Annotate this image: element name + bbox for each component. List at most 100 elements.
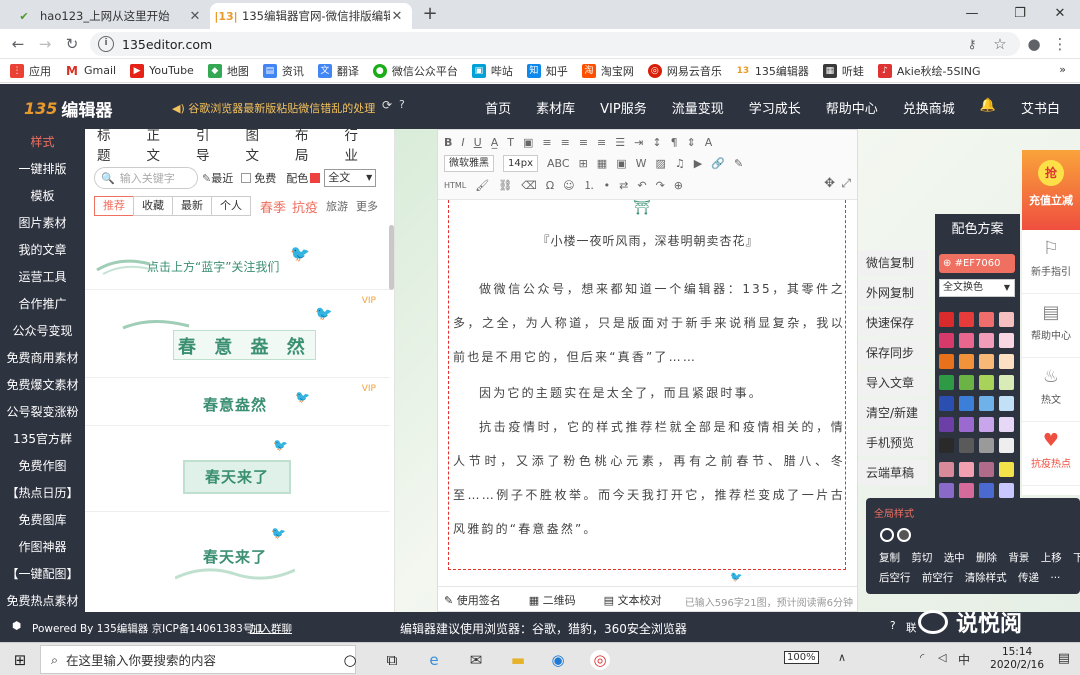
brush-icon[interactable]: ✎ — [734, 157, 743, 170]
color-swatch[interactable] — [939, 396, 954, 411]
color-swatch[interactable] — [999, 354, 1014, 369]
tab-layout[interactable]: 布局 — [295, 124, 318, 164]
clear-format-icon[interactable]: ⌫ — [521, 179, 537, 192]
color-swatch[interactable] — [999, 333, 1014, 348]
gs-background[interactable]: 背景 — [1008, 552, 1029, 564]
sidebar-item-monetize[interactable]: 公众号变现 — [0, 318, 85, 345]
sidebar-item-auto-image[interactable]: 【一键配图】 — [0, 561, 85, 588]
bookmark-youtube[interactable]: ▶ YouTube — [130, 63, 194, 78]
color-swatch[interactable] — [979, 417, 994, 432]
sidebar-item-free-gallery[interactable]: 免费图库 — [0, 507, 85, 534]
hot-tag-epidemic[interactable]: 抗疫 — [292, 197, 318, 216]
filter-recommended[interactable]: 推荐 — [94, 196, 134, 216]
color-swatch[interactable] — [959, 417, 974, 432]
sidebar-item-templates[interactable]: 模板 — [0, 183, 85, 210]
direction-icon[interactable]: ⇄ — [619, 179, 628, 192]
color-swatch[interactable] — [979, 396, 994, 411]
sidebar-item-free-commercial[interactable]: 免费商用素材 — [0, 345, 85, 372]
tag-travel[interactable]: 旅游 — [326, 198, 348, 214]
reload-icon[interactable]: ↻ — [62, 34, 82, 54]
bookmark-maps[interactable]: ◆ 地图 — [207, 63, 249, 79]
sidebar-item-hot-calendar[interactable]: 【热点日历】 — [0, 480, 85, 507]
ordered-list-icon[interactable]: ⒈ — [584, 177, 595, 193]
insert-image-icon[interactable]: ▣ — [616, 157, 626, 170]
color-swatch[interactable] — [979, 333, 994, 348]
undo-icon[interactable]: ↶ — [637, 179, 646, 192]
gs-select[interactable]: 选中 — [944, 552, 965, 564]
paragraph-icon[interactable]: ¶ — [671, 136, 678, 149]
color-swatch[interactable] — [959, 375, 974, 390]
color-swatch[interactable] — [979, 312, 994, 327]
color-swatch[interactable] — [959, 312, 974, 327]
sidebar-item-one-click[interactable]: 一键排版 — [0, 156, 85, 183]
zoom-icon[interactable]: ⊕ — [674, 179, 683, 192]
style-search-input[interactable]: 🔍 输入关键字 — [94, 167, 198, 189]
sidebar-item-growth[interactable]: 公号裂变涨粉 — [0, 399, 85, 426]
gs-delete[interactable]: 删除 — [976, 552, 997, 564]
close-tab-icon[interactable]: ✕ — [390, 9, 404, 24]
link-icon[interactable]: 🔗 — [711, 157, 725, 170]
notification-icon[interactable]: ▤ — [1058, 651, 1070, 666]
epidemic-hot-button[interactable]: ♥ 抗疫热点 — [1022, 422, 1080, 486]
bookmark-news[interactable]: ▤ 资讯 — [262, 63, 304, 79]
list-icon[interactable]: ☰ — [615, 136, 625, 149]
import-article-button[interactable]: 导入文章 — [858, 370, 928, 396]
sidebar-item-official-group[interactable]: 135官方群 — [0, 426, 85, 453]
ie-icon[interactable]: e — [424, 650, 444, 670]
color-swatch[interactable] — [959, 354, 974, 369]
sidebar-item-my-articles[interactable]: 我的文章 — [0, 237, 85, 264]
sidebar-item-free-viral[interactable]: 免费爆文素材 — [0, 372, 85, 399]
signature-button[interactable]: ✎ 使用签名 — [444, 592, 515, 608]
cortana-icon[interactable]: ○ — [340, 650, 360, 670]
gs-blank-after[interactable]: 后空行 — [879, 572, 911, 584]
menu-icon[interactable]: ⋮ — [1050, 34, 1070, 54]
color-mode-select[interactable]: 全文换色 ▼ — [939, 279, 1015, 297]
wechat-copy-button[interactable]: 微信复制 — [858, 250, 928, 276]
bookmark-135editor[interactable]: 13 135编辑器 — [736, 63, 809, 79]
tab-title-styles[interactable]: 标题 — [97, 124, 120, 164]
filter-latest[interactable]: 最新 — [172, 196, 212, 216]
battery-indicator[interactable]: 100% — [784, 651, 819, 664]
color-swatch[interactable] — [939, 375, 954, 390]
line-height-icon[interactable]: ↕ — [652, 136, 661, 149]
color-swatch[interactable] — [979, 375, 994, 390]
gs-move-down[interactable]: 下移 — [1073, 552, 1080, 564]
external-copy-button[interactable]: 外网复制 — [858, 280, 928, 306]
new-tab-button[interactable]: + — [420, 4, 440, 24]
recharge-promo[interactable]: 抢 充值立减 — [1022, 150, 1080, 230]
nav-home[interactable]: 首页 — [485, 98, 511, 117]
color-swatch[interactable] — [959, 483, 974, 498]
gs-blank-before[interactable]: 前空行 — [922, 572, 954, 584]
gs-move-up[interactable]: 上移 — [1041, 552, 1062, 564]
letter-spacing-icon[interactable]: A — [705, 136, 713, 149]
proofread-button[interactable]: ▤ 文本校对 — [604, 592, 676, 608]
color-swatch[interactable] — [979, 462, 994, 477]
color-swatch[interactable] — [939, 354, 954, 369]
gs-copy[interactable]: 复制 — [879, 552, 900, 564]
key-icon[interactable]: ⚷ — [962, 34, 982, 54]
help-icon[interactable]: ? — [399, 98, 405, 111]
recent-filter[interactable]: 最近 — [211, 170, 233, 186]
gs-clear-style[interactable]: 清除样式 — [965, 572, 1007, 584]
italic-icon[interactable]: I — [461, 136, 464, 149]
color-swatch[interactable] — [979, 483, 994, 498]
url-field[interactable]: i 135editor.com — [90, 32, 1020, 56]
join-group-link[interactable]: 加入群聊 — [250, 621, 292, 636]
tab-body-styles[interactable]: 正文 — [147, 124, 170, 164]
mail-icon[interactable]: ✉ — [466, 650, 486, 670]
bullet-list-icon[interactable]: • — [604, 179, 611, 192]
music-icon[interactable]: ♫ — [675, 157, 685, 170]
sidebar-item-images[interactable]: 图片素材 — [0, 210, 85, 237]
video-icon[interactable]: ▶ — [694, 157, 702, 170]
bookmark-gmail[interactable]: M Gmail — [65, 64, 116, 78]
more-tags[interactable]: 更多 — [356, 198, 378, 214]
bookmark-5sing[interactable]: ♪ Akie秋绘-5SING — [877, 63, 981, 79]
logo[interactable]: 135 编辑器 — [24, 96, 112, 121]
color-swatch[interactable] — [979, 438, 994, 453]
align-left-icon[interactable]: ≡ — [542, 136, 551, 149]
quick-save-button[interactable]: 快速保存 — [858, 310, 928, 336]
color-swatch[interactable] — [999, 312, 1014, 327]
style-card[interactable]: VIP 🐦 春 意 盎 然 — [85, 290, 390, 378]
sidebar-item-styles[interactable]: 样式 — [0, 129, 85, 156]
color-swatch[interactable] — [999, 417, 1014, 432]
